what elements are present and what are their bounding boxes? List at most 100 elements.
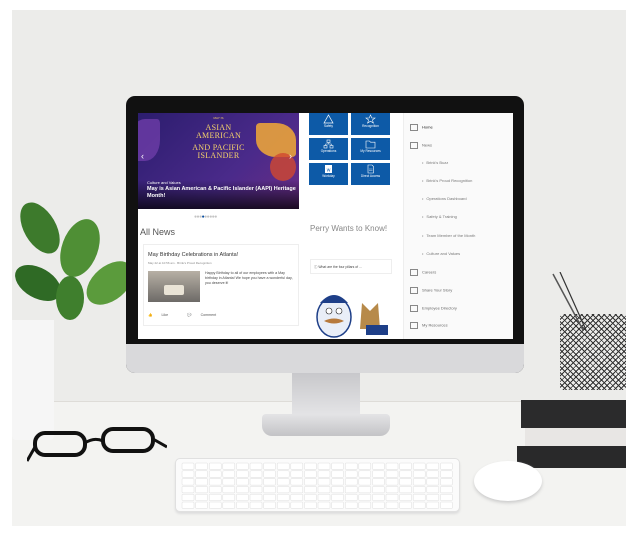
tile-direct-access[interactable]: Direct Access [351,163,390,185]
keyboard-key [317,493,331,501]
nav-label: Share Your Story [422,287,453,293]
keyboard-key [331,470,344,478]
book-light [525,428,626,446]
keyboard-key [208,501,222,509]
carousel-dot[interactable]: ● [214,214,217,220]
tile-label: Safety [323,124,334,128]
nav-sub-team-member[interactable]: Team Member of the Month [422,233,475,238]
keyboard-key [440,501,453,509]
news-card-text: Happy Birthday to all of our employees w… [205,271,293,285]
keyboard-key [181,501,195,509]
keyboard-key [208,486,222,494]
keyboard-key [249,501,263,509]
keyboard-key [426,470,440,478]
keyboard-key [358,486,372,494]
chevron-left-icon[interactable]: ‹ [141,151,144,161]
keyboard-key [195,493,208,501]
keyboard-key [317,470,331,478]
keyboard-key [317,486,331,494]
keyboard-key [399,478,412,486]
keyboard-key [263,501,276,509]
keyboard-key [440,493,453,501]
keyboard-key [208,462,222,470]
keyboard-key [290,493,304,501]
keyboard-key [412,462,426,470]
keyboard-key [440,462,453,470]
nav-item-employee-directory[interactable]: Employee Directory [410,305,457,315]
perry-question[interactable]: ⓘ What are the four pillars of ... [314,264,362,269]
keyboard-key [222,470,236,478]
comment-button[interactable]: 💬 Comment [187,313,225,317]
like-button[interactable]: 👍 Like [148,313,177,317]
nav-sub-safety-training[interactable]: Safety & Training [422,214,456,219]
keyboard-key [399,486,412,494]
nav-item-careers[interactable]: Careers [410,269,436,279]
nav-sub-operations-dashboard[interactable]: Operations Dashboard [422,196,466,201]
tile-operations[interactable]: Operations [309,138,348,160]
nav-sub-brinks-buzz[interactable]: Brink's Buzz [422,160,448,165]
keyboard-key [440,478,453,486]
tile-label: Recognition [362,124,379,128]
right-navigation: Home News Brink's Buzz Brink's Proud Rec… [403,113,513,339]
nav-item-my-resources[interactable]: My Resources [410,322,448,332]
tile-label: Operations [320,149,337,153]
tile-safety[interactable]: Safety [309,113,348,135]
keyboard-key [249,486,263,494]
star-icon [365,114,376,124]
keyboard-key [181,462,195,470]
keyboard-key [331,462,344,470]
keyboard-key [249,462,263,470]
keyboard-key [290,462,304,470]
tile-label: My Resources [360,149,381,153]
hero-kicker: MAY IS [213,116,224,120]
monitor-stand [292,373,360,418]
keyboard-key [236,493,249,501]
hero-carousel[interactable]: MAY IS ASIAN AMERICAN AND PACIFIC ISLAND… [138,113,299,209]
news-card-title[interactable]: May Birthday Celebrations in Atlanta! [148,252,238,258]
news-card-image[interactable] [148,271,200,302]
keyboard-key [344,462,358,470]
org-chart-icon [323,139,334,149]
nav-item-home[interactable]: Home [410,124,433,134]
news-card[interactable]: May Birthday Celebrations in Atlanta! Ma… [143,244,299,326]
chevron-right-icon[interactable]: › [289,151,292,161]
document-icon [367,164,374,174]
keyboard-key [317,462,331,470]
keyboard-key [372,462,385,470]
keyboard-key [344,501,358,509]
keyboard-key [208,470,222,478]
keyboard-key [358,462,372,470]
nav-sub-proud-recognition[interactable]: Brink's Proud Recognition [422,178,472,183]
nav-sub-culture-values[interactable]: Culture and Values [422,251,460,256]
monitor-chin [126,344,524,373]
hero-line: AMERICAN [195,131,242,140]
keyboard-key [304,501,317,509]
keyboard-key [344,486,358,494]
keyboard-key [399,493,412,501]
all-news-heading: All News [140,227,176,237]
keyboard-key [195,470,208,478]
comment-label: Comment [200,313,217,317]
keyboard-key [304,478,317,486]
carousel-dots[interactable]: ●●●●●●●●● [194,214,217,220]
hero-title[interactable]: May is Asian American & Pacific Islander… [147,186,297,200]
keyboard-key [290,478,304,486]
keyboard-key [222,462,236,470]
perry-heading: Perry Wants to Know! [310,224,388,233]
keyboard-key [317,478,331,486]
keyboard-key [181,493,195,501]
keyboard-key [317,501,331,509]
keyboard-key [412,470,426,478]
news-icon [410,142,418,149]
keyboard-key [276,486,290,494]
svg-text:w: w [327,168,331,174]
hero-category: Culture and Values [147,180,181,185]
perry-question-card[interactable]: ⓘ What are the four pillars of ... [310,259,392,274]
keyboard-key [344,478,358,486]
tile-recognition[interactable]: Recognition [351,113,390,135]
nav-item-share-story[interactable]: Share Your Story [410,287,452,297]
keyboard-key [358,470,372,478]
tile-workday[interactable]: w Workday [309,163,348,185]
tile-my-resources[interactable]: My Resources [351,138,390,160]
nav-item-news[interactable]: News [410,142,432,152]
